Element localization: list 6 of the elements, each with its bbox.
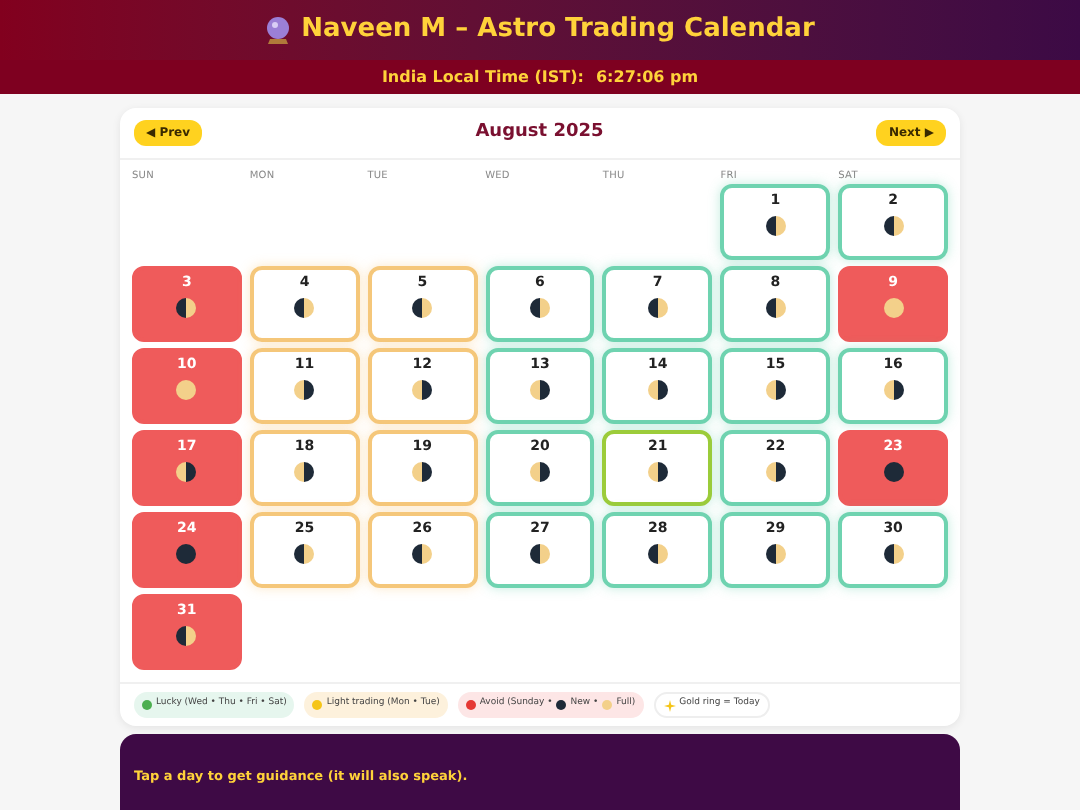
app-title: Naveen M – Astro Trading Calendar [301,12,815,49]
sparkle-icon [663,699,676,711]
month-title: August 2025 [475,119,604,146]
time-label: India Local Time (IST): [381,65,584,89]
time-value: 6:27:06 pm [595,65,699,89]
crystal-ball-icon [265,16,290,44]
